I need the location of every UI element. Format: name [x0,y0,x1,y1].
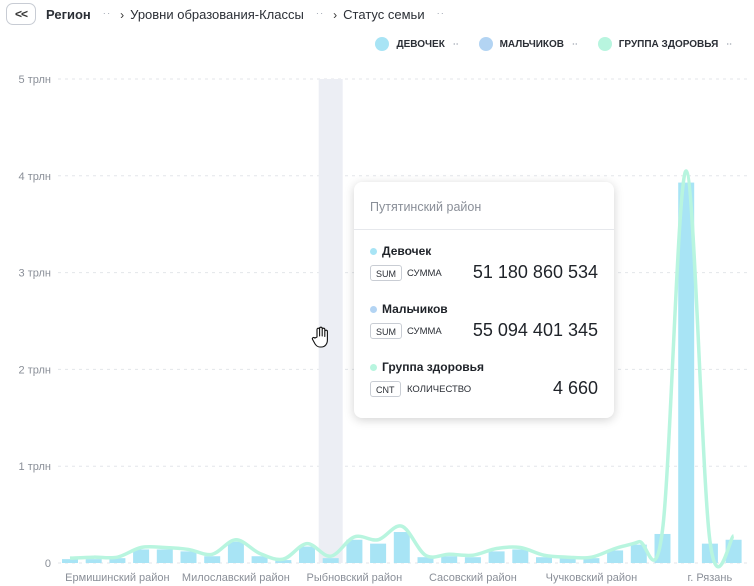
bar [464,557,481,563]
bar [85,559,102,563]
bar [156,549,173,563]
bar [133,549,150,563]
x-tick-label: Чучковский район [546,572,638,584]
y-tick-label: 2 трлн [19,364,51,376]
tooltip-entry-name: Девочек [370,244,431,258]
bar [512,549,529,563]
x-tick-label: Сасовский район [429,572,517,584]
aggregation-label: СУММА [407,326,442,337]
tooltip-value: 51 180 860 534 [472,262,598,282]
tooltip-entry-name: Группа здоровья [370,360,484,374]
y-tick-label: 3 трлн [19,268,51,280]
bar [62,559,78,563]
tooltip-value: 55 094 401 345 [472,320,598,340]
y-tick-label: 4 трлн [19,171,51,183]
y-tick-label: 1 трлн [19,461,51,473]
bar [204,556,221,563]
tooltip-divider [354,229,614,230]
tooltip-entry-girls: Девочек SUM СУММА 51 180 860 534 [370,244,598,294]
tooltip-entry-label: Мальчиков [382,302,448,316]
series-dot-icon [370,305,377,313]
x-tick-label: г. Рязань [688,572,733,584]
tooltip-title: Путятинский район [370,200,482,214]
x-tick-label: Милославский район [182,572,290,584]
tooltip-entry-health-group: Группа здоровья CNT КОЛИЧЕСТВО 4 660 [370,360,598,410]
bar [299,546,315,563]
bar [370,543,387,563]
y-tick-label: 0 [45,558,51,570]
bar [536,557,552,563]
bar [322,558,339,563]
hand-cursor-icon [311,326,328,348]
bar [227,541,244,563]
bar [488,551,505,563]
y-tick-label: 5 трлн [19,74,51,86]
chart-tooltip: Путятинский район Девочек SUM СУММА 51 1… [354,182,614,418]
tooltip-entry-label: Девочек [382,244,432,258]
series-dot-icon [370,363,377,371]
bar [180,551,197,563]
series-dot-icon [370,247,377,255]
hover-highlight-band [318,79,343,563]
bar [441,556,458,563]
tooltip-entry-name: Мальчиков [370,302,448,316]
tooltip-entry-label: Группа здоровья [382,360,485,374]
aggregation-badge: SUM [370,265,402,281]
x-tick-label: Ермишинский район [65,572,169,584]
aggregation-badge: CNT [370,381,401,397]
aggregation-label: КОЛИЧЕСТВО [407,384,472,395]
tooltip-entry-boys: Мальчиков SUM СУММА 55 094 401 345 [370,302,598,352]
x-tick-label: Рыбновский район [307,572,403,584]
aggregation-label: СУММА [407,268,442,279]
tooltip-value: 4 660 [552,378,598,398]
aggregation-badge: SUM [370,323,402,339]
bar [346,539,363,563]
bar [393,532,410,563]
